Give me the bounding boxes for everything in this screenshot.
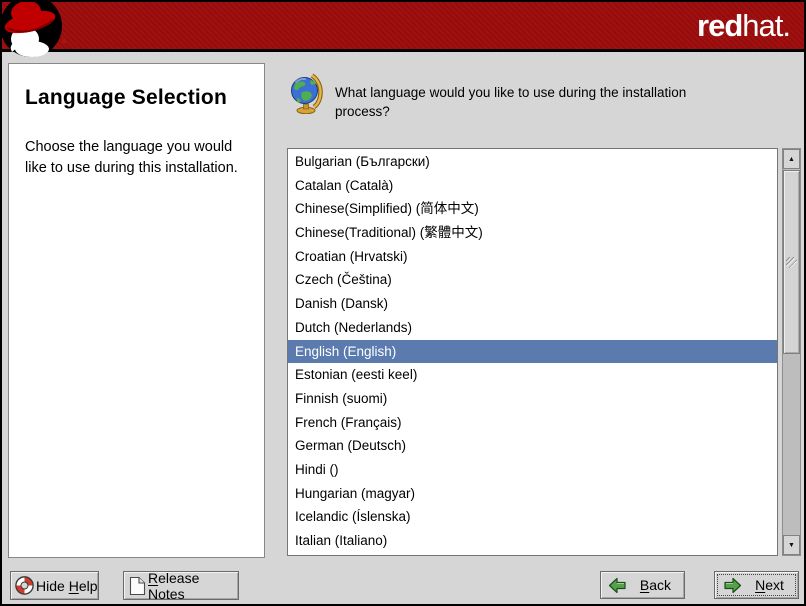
language-list-item[interactable]: English (English) — [288, 340, 777, 364]
language-list-item[interactable]: Italian (Italiano) — [288, 529, 777, 553]
scrollbar-thumb[interactable] — [783, 170, 800, 354]
arrow-left-icon — [608, 577, 627, 594]
language-list-item[interactable]: Bulgarian (Български) — [288, 150, 777, 174]
language-list-item[interactable]: German (Deutsch) — [288, 434, 777, 458]
language-list-item[interactable]: Icelandic (Íslenska) — [288, 505, 777, 529]
language-list-item[interactable]: Chinese(Simplified) (简体中文) — [288, 197, 777, 221]
language-list-item[interactable]: Danish (Dansk) — [288, 292, 777, 316]
language-list[interactable]: Bulgarian (Български)Catalan (Català)Chi… — [287, 148, 778, 556]
language-list-item[interactable]: Croatian (Hrvatski) — [288, 245, 777, 269]
back-button[interactable]: Back — [600, 571, 685, 599]
scroll-down-button[interactable]: ▼ — [783, 535, 800, 555]
question-text: What language would you like to use duri… — [335, 84, 707, 122]
language-list-item[interactable]: Chinese(Traditional) (繁體中文) — [288, 221, 777, 245]
back-label: Back — [640, 577, 671, 593]
language-list-item[interactable]: Hindi () — [288, 458, 777, 482]
hide-help-label: Hide Help — [36, 578, 98, 594]
redhat-wordmark: redhat. — [697, 8, 790, 44]
next-button[interactable]: Next — [714, 571, 799, 599]
hide-help-button[interactable]: Hide Help — [10, 571, 99, 600]
redhat-shadowman-logo-icon — [0, 0, 65, 61]
installer-window: redhat. Language Selection Choose the la… — [0, 0, 806, 606]
language-list-item[interactable]: Dutch (Nederlands) — [288, 316, 777, 340]
lifesaver-icon — [14, 575, 35, 596]
trademark-dot — [62, 39, 66, 43]
help-panel: Language Selection Choose the language y… — [8, 63, 265, 558]
wordmark-bold: red — [697, 8, 742, 43]
next-label: Next — [755, 577, 784, 593]
language-list-item[interactable]: French (Français) — [288, 411, 777, 435]
arrow-right-icon — [723, 577, 742, 594]
page-title: Language Selection — [25, 86, 248, 110]
top-banner: redhat. — [2, 2, 804, 52]
language-list-item[interactable]: Czech (Čeština) — [288, 268, 777, 292]
release-notes-label: Release Notes — [148, 570, 238, 602]
language-list-item[interactable]: Finnish (suomi) — [288, 387, 777, 411]
triangle-down-icon: ▼ — [788, 542, 795, 549]
scroll-up-button[interactable]: ▲ — [783, 149, 800, 169]
thumb-grip-icon — [786, 257, 797, 268]
help-text: Choose the language you would like to us… — [25, 137, 248, 178]
release-notes-button[interactable]: Release Notes — [123, 571, 239, 600]
globe-icon — [289, 70, 323, 114]
question-row: What language would you like to use duri… — [289, 70, 789, 122]
triangle-up-icon: ▲ — [788, 156, 795, 163]
language-list-item[interactable]: Catalan (Català) — [288, 174, 777, 198]
language-list-item[interactable]: Hungarian (magyar) — [288, 482, 777, 506]
document-icon — [129, 576, 146, 596]
list-scrollbar[interactable]: ▲ ▼ — [782, 148, 801, 556]
wordmark-light: hat. — [742, 8, 790, 43]
language-list-item[interactable]: Estonian (eesti keel) — [288, 363, 777, 387]
